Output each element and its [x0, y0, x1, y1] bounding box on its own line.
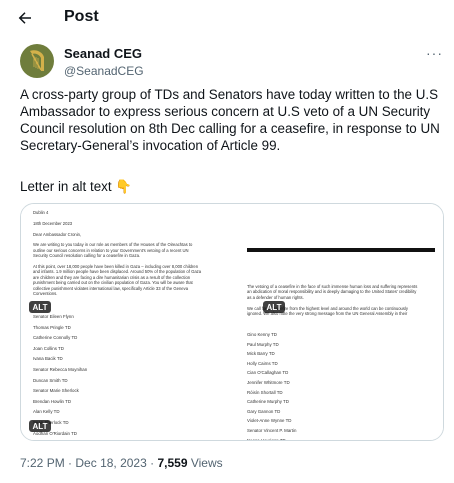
- tweet-text: A cross-party group of TDs and Senators …: [20, 87, 440, 153]
- signatory-name: Ivana Bacik TD: [33, 356, 63, 362]
- views-label: Views: [190, 456, 223, 470]
- signatory-name: Catherine Murphy TD: [247, 399, 289, 405]
- letter-left-body: Dublin 4 18th December 2023 Dear Ambassa…: [33, 210, 201, 297]
- signatory-name: Róisín Shortall TD: [247, 389, 283, 395]
- tweet-meta: 7:22 PM · Dec 18, 2023 · 7,559 Views: [20, 456, 223, 470]
- author-handle[interactable]: @SeanadCEG: [64, 64, 144, 78]
- letter-line: Conventions.: [33, 291, 58, 297]
- letter-right-signatories: Gino Kenny TD Paul Murphy TD Mick Barry TD…: [247, 330, 296, 440]
- signatory-name: Mick Barry TD: [247, 351, 275, 357]
- signatory-name: Senator Marie Sherlock: [33, 388, 79, 394]
- signatory-name: Thomas Pringle TD: [33, 324, 71, 330]
- letter-line: collective punishment violates internati…: [33, 285, 189, 291]
- signatory-name: Jennifer Whitmore TD: [247, 379, 290, 385]
- signatory-name: Cian O'Callaghan TD: [247, 370, 289, 376]
- signatory-name: Gary Gannon TD: [247, 408, 281, 414]
- page-title: Post: [64, 8, 99, 25]
- pointing-down-emoji-icon: 👇: [115, 179, 132, 194]
- signatory-name: Senator Vincent P. Martin: [247, 427, 297, 433]
- meta-separator-1: ·: [68, 456, 73, 470]
- avatar[interactable]: [20, 44, 54, 78]
- media-gallery[interactable]: Dublin 4 18th December 2023 Dear Ambassa…: [20, 203, 444, 441]
- letter-image-left[interactable]: Dublin 4 18th December 2023 Dear Ambassa…: [21, 204, 232, 440]
- signatory-name: Senator Eileen Flynn: [33, 314, 74, 319]
- post-date[interactable]: Dec 18, 2023: [75, 456, 146, 470]
- signatory-name: Brendan Howlin TD: [33, 398, 71, 404]
- more-options-icon[interactable]: ···: [426, 46, 446, 62]
- harp-logo-icon: [30, 50, 44, 71]
- signatory-name: Duncan Smith TD: [33, 377, 68, 383]
- alt-badge-1[interactable]: ALT: [29, 301, 51, 313]
- back-arrow-icon[interactable]: [14, 7, 36, 29]
- alt-badge-3[interactable]: ALT: [29, 420, 51, 432]
- post-time[interactable]: 7:22 PM: [20, 456, 65, 470]
- signatory-name: Joan Collins TD: [33, 345, 64, 351]
- alt-note-text: Letter in alt text: [20, 179, 112, 194]
- letter-right-redacted-bar: [247, 248, 435, 252]
- author-name[interactable]: Seanad CEG: [64, 46, 142, 61]
- letter-image-right[interactable]: The vetoing of a ceasefire in the face o…: [233, 204, 443, 440]
- signatory-name: Paul Murphy TD: [247, 341, 279, 347]
- signatory-name: Alan Kelly TD: [33, 409, 60, 415]
- signatory-name: Catherine Connolly TD: [33, 335, 78, 341]
- signatory-name: Senator Rebecca Moynihan: [33, 366, 88, 372]
- signatory-name: Holly Cairns TD: [247, 360, 278, 366]
- alt-badge-2[interactable]: ALT: [263, 301, 285, 313]
- top-bar: Post: [0, 0, 454, 36]
- signatory-name: Gino Kenny TD: [247, 332, 277, 337]
- alt-note: Letter in alt text 👇: [20, 178, 132, 195]
- signatory-name: Violet-Anne Wynne TD: [247, 418, 292, 424]
- letter-line: punishment being carried out on the civi…: [33, 280, 193, 286]
- signatory-name: Neasa Hourigan TD: [247, 436, 296, 440]
- views-count: 7,559: [157, 456, 188, 470]
- meta-separator-2: ·: [150, 456, 155, 470]
